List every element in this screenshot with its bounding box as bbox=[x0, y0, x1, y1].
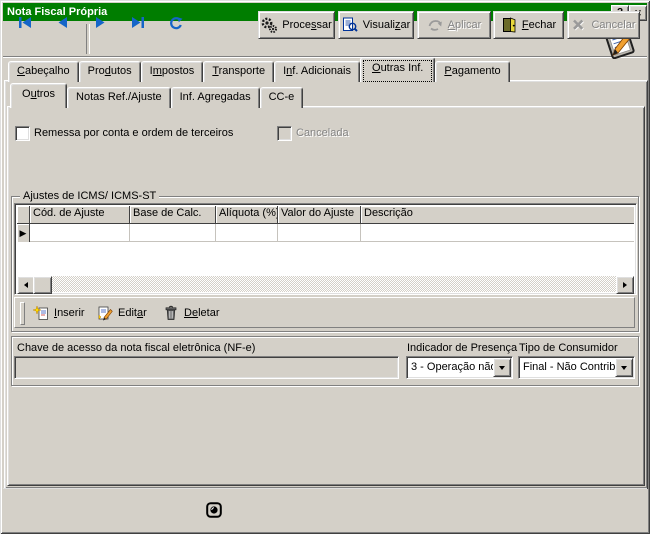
scrollbar-thumb[interactable] bbox=[33, 276, 52, 294]
grid-header-valor-ajuste[interactable]: Valor do Ajuste bbox=[278, 206, 361, 224]
chevron-down-icon bbox=[499, 366, 505, 370]
scroll-right-button[interactable] bbox=[616, 276, 634, 294]
tipo-consumidor-label: Tipo de Consumidor bbox=[519, 342, 618, 354]
indicador-presenca-select[interactable]: 3 - Operação não bbox=[406, 356, 513, 379]
chave-nfe-field bbox=[14, 356, 399, 379]
toolbar-grip[interactable] bbox=[20, 302, 25, 325]
cancelar-label: Cancelar bbox=[591, 19, 635, 31]
deletar-label: Deletar bbox=[184, 307, 219, 319]
grid-row[interactable]: ▶ bbox=[17, 224, 634, 242]
consumidor-dropdown-button[interactable] bbox=[615, 358, 633, 377]
cancelar-button: Cancelar bbox=[567, 11, 640, 39]
grid-cell[interactable] bbox=[278, 224, 361, 242]
processar-button[interactable]: Processar bbox=[258, 11, 335, 39]
ajustes-toolbar: Inserir Editar Deletar bbox=[14, 297, 635, 328]
inserir-label: Inserir bbox=[54, 307, 85, 319]
first-record-button[interactable] bbox=[17, 16, 33, 29]
exit-door-icon bbox=[501, 17, 517, 33]
indicador-presenca-value: 3 - Operação não bbox=[411, 359, 494, 375]
main-tab-bar: Cabeçalho Produtos Impostos Transporte I… bbox=[8, 58, 510, 82]
remessa-checkbox[interactable] bbox=[15, 126, 30, 141]
dialog-window: Nota Fiscal Própria ? ✕ bbox=[0, 0, 650, 534]
apply-icon bbox=[427, 17, 443, 33]
indicador-dropdown-button[interactable] bbox=[493, 358, 511, 377]
grid-header-cod-ajuste[interactable]: Cód. de Ajuste bbox=[30, 206, 130, 224]
cancelada-checkbox-label: Cancelada bbox=[296, 127, 349, 139]
ajustes-group-title: Ajustes de ICMS/ ICMS-ST bbox=[20, 190, 159, 202]
indicador-presenca-label: Indicador de Presença bbox=[407, 342, 517, 354]
edit-record-icon bbox=[97, 305, 113, 321]
tab-transporte[interactable]: Transporte bbox=[203, 61, 274, 82]
grid-horizontal-scrollbar[interactable] bbox=[17, 276, 634, 292]
chevron-down-icon bbox=[621, 366, 627, 370]
processar-label: Processar bbox=[282, 19, 332, 31]
tab-focus-rect bbox=[364, 61, 431, 81]
preview-magnifier-icon bbox=[342, 17, 358, 33]
refresh-button[interactable] bbox=[168, 16, 183, 30]
new-record-icon bbox=[33, 305, 49, 321]
scroll-right-icon bbox=[623, 282, 627, 288]
tab-cc-e[interactable]: CC-e bbox=[260, 87, 304, 108]
row-indicator-icon: ▶ bbox=[17, 224, 30, 242]
cancel-x-icon bbox=[571, 18, 586, 32]
tab-cabecalho[interactable]: Cabeçalho bbox=[8, 61, 79, 82]
next-record-button[interactable] bbox=[94, 16, 107, 29]
chave-nfe-label: Chave de acesso da nota fiscal eletrônic… bbox=[17, 342, 255, 354]
grid-corner-cell bbox=[17, 206, 30, 224]
grid-cell[interactable] bbox=[216, 224, 278, 242]
editar-button[interactable]: Editar bbox=[93, 301, 151, 325]
grid-cell[interactable] bbox=[130, 224, 216, 242]
inserir-button[interactable]: Inserir bbox=[29, 301, 89, 325]
sub-tab-bar: Outros Notas Ref./Ajuste Inf. Agregadas … bbox=[10, 84, 303, 108]
remessa-checkbox-label[interactable]: Remessa por conta e ordem de terceiros bbox=[34, 127, 233, 139]
footer-bar bbox=[3, 488, 647, 531]
prev-record-button[interactable] bbox=[56, 16, 69, 29]
tab-inf-adicionais[interactable]: Inf. Adicionais bbox=[274, 61, 360, 82]
tab-impostos[interactable]: Impostos bbox=[141, 61, 204, 82]
toolbar-separator bbox=[86, 24, 90, 54]
tab-pagamento[interactable]: Pagamento bbox=[435, 61, 509, 82]
scroll-left-icon bbox=[24, 282, 28, 288]
grid-header-row: Cód. de Ajuste Base de Calc. Alíquota (%… bbox=[17, 206, 634, 224]
commit-record-button[interactable] bbox=[206, 502, 222, 518]
editar-label: Editar bbox=[118, 307, 147, 319]
tab-produtos[interactable]: Produtos bbox=[79, 61, 141, 82]
gears-icon bbox=[261, 17, 277, 33]
last-record-button[interactable] bbox=[130, 16, 146, 29]
visualizar-label: Visualizar bbox=[363, 19, 411, 31]
grid-cell[interactable] bbox=[361, 224, 634, 242]
aplicar-label: Aplicar bbox=[448, 19, 482, 31]
deletar-button[interactable]: Deletar bbox=[159, 301, 223, 325]
visualizar-button[interactable]: Visualizar bbox=[338, 11, 414, 39]
ajustes-grid[interactable]: Cód. de Ajuste Base de Calc. Alíquota (%… bbox=[14, 203, 637, 295]
tipo-consumidor-select[interactable]: Final - Não Contrib bbox=[518, 356, 635, 379]
fechar-button[interactable]: Fechar bbox=[493, 11, 564, 39]
grid-header-base-calc[interactable]: Base de Calc. bbox=[130, 206, 216, 224]
grid-cell[interactable] bbox=[30, 224, 130, 242]
trash-icon bbox=[163, 305, 179, 321]
cancelada-checkbox bbox=[277, 126, 292, 141]
aplicar-button: Aplicar bbox=[417, 11, 491, 39]
tab-outras-inf[interactable]: Outras Inf. bbox=[360, 57, 435, 82]
tab-outros[interactable]: Outros bbox=[10, 83, 67, 108]
tipo-consumidor-value: Final - Não Contrib bbox=[523, 359, 616, 375]
fechar-label: Fechar bbox=[522, 19, 556, 31]
tab-inf-agregadas[interactable]: Inf. Agregadas bbox=[171, 87, 260, 108]
tab-notas-ref-ajuste[interactable]: Notas Ref./Ajuste bbox=[67, 87, 171, 108]
grid-header-aliquota[interactable]: Alíquota (%) bbox=[216, 206, 278, 224]
grid-header-descricao[interactable]: Descrição bbox=[361, 206, 634, 224]
